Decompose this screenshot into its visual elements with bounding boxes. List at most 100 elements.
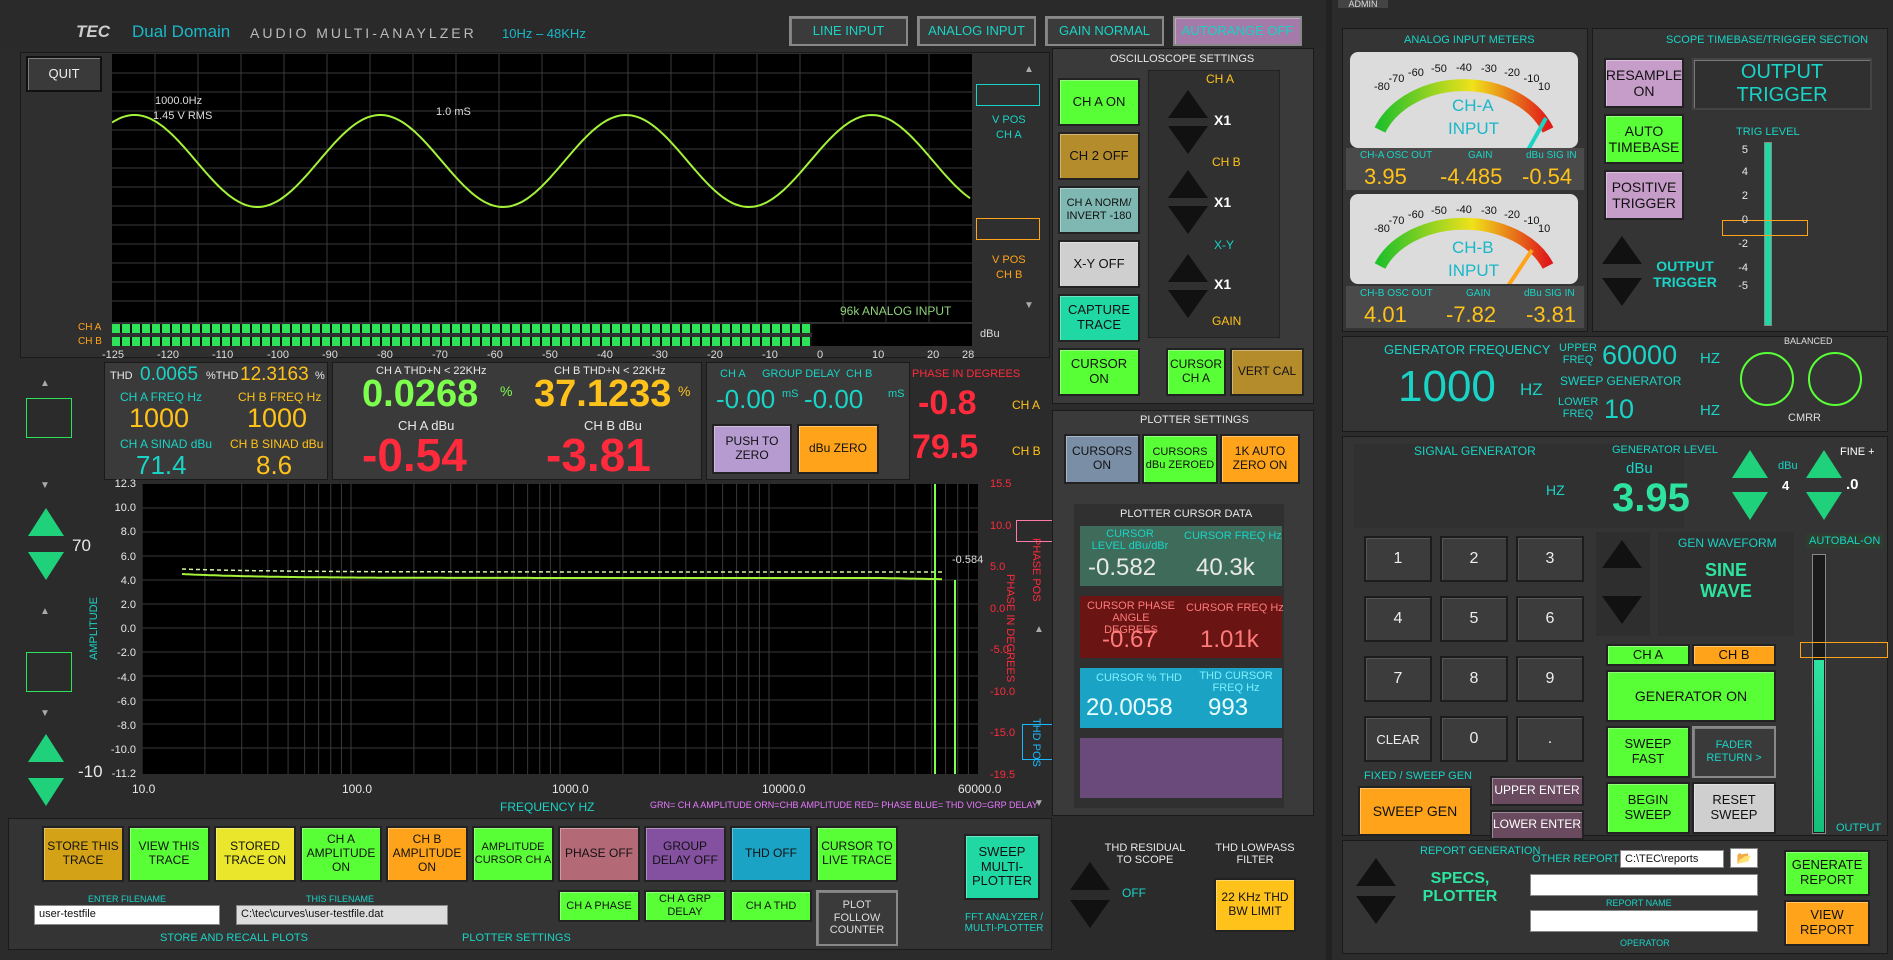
thd-residual-down-icon[interactable]	[1070, 900, 1110, 928]
cursor-live-button[interactable]: CURSOR TO LIVE TRACE	[816, 826, 898, 882]
key-clear[interactable]: CLEAR	[1364, 716, 1432, 762]
left-down-arrow-1-icon[interactable]	[28, 552, 64, 580]
key-2[interactable]: 2	[1440, 536, 1508, 582]
cha-norm-button[interactable]: CH A NORM/ INVERT -180	[1058, 186, 1140, 234]
gain-xy-down-icon[interactable]	[1168, 290, 1208, 318]
left-box-1[interactable]	[26, 398, 72, 438]
vpos-a-box[interactable]	[976, 84, 1040, 106]
phase-off-button[interactable]: PHASE OFF	[558, 826, 640, 882]
cha-grp-delay-button[interactable]: CH A GRP DELAY	[644, 890, 726, 922]
left-up-arrow-1-icon[interactable]	[28, 508, 64, 536]
thd-off-button[interactable]: THD OFF	[730, 826, 812, 882]
generator-on-button[interactable]: GENERATOR ON	[1606, 670, 1776, 722]
gain-chb-down-icon[interactable]	[1168, 206, 1208, 234]
tab-admin[interactable]: ADMIN	[1338, 0, 1388, 8]
generate-report-button[interactable]: GENERATE REPORT	[1784, 850, 1870, 896]
vert-cal-button[interactable]: VERT CAL	[1230, 348, 1304, 396]
dbu-zero-button[interactable]: dBu ZERO	[797, 424, 879, 474]
filename-input[interactable]: user-testfile	[34, 905, 220, 925]
auto-timebase-button[interactable]: AUTO TIMEBASE	[1604, 114, 1684, 164]
left-up-arrow-2-icon[interactable]	[28, 734, 64, 762]
phase-pos-box[interactable]	[1016, 520, 1054, 542]
plot-follow-button[interactable]: PLOT FOLLOW COUNTER	[816, 890, 898, 946]
left-scroll-down-icon[interactable]: ▼	[40, 480, 50, 491]
trigger-down-icon[interactable]	[1602, 278, 1642, 306]
capture-trace-button[interactable]: CAPTURE TRACE	[1058, 294, 1140, 342]
ch2-off-button[interactable]: CH 2 OFF	[1058, 132, 1140, 180]
xy-off-button[interactable]: X-Y OFF	[1058, 240, 1140, 288]
gain-xy-up-icon[interactable]	[1168, 254, 1208, 282]
operator-input[interactable]	[1530, 910, 1758, 932]
key-8[interactable]: 8	[1440, 656, 1508, 702]
bw-limit-button[interactable]: 22 KHz THD BW LIMIT	[1214, 878, 1296, 932]
sweep-multiplotter-button[interactable]: SWEEP MULTI-PLOTTER	[964, 834, 1040, 900]
folder-icon[interactable]: 📂	[1730, 848, 1758, 868]
view-trace-button[interactable]: VIEW THIS TRACE	[128, 826, 210, 882]
chb-amplitude-button[interactable]: CH B AMPLITUDE ON	[386, 826, 468, 882]
push-to-zero-button[interactable]: PUSH TO ZERO	[712, 424, 792, 474]
line-input-button[interactable]: LINE INPUT	[789, 16, 908, 46]
auto-zero-button[interactable]: 1K AUTO ZERO ON	[1220, 434, 1300, 484]
report-name-input[interactable]	[1530, 874, 1758, 896]
plot-scroll-up-icon[interactable]: ▲	[1034, 624, 1044, 635]
positive-trigger-button[interactable]: POSITIVE TRIGGER	[1604, 170, 1684, 220]
gain-normal-button[interactable]: GAIN NORMAL	[1045, 16, 1164, 46]
fine-up-icon[interactable]	[1806, 450, 1842, 478]
select-chb-button[interactable]: CH B	[1692, 644, 1776, 666]
begin-sweep-button[interactable]: BEGIN SWEEP	[1606, 782, 1690, 834]
waveform-down-icon[interactable]	[1602, 596, 1642, 624]
autobal-label[interactable]: AUTOBAL-ON	[1806, 534, 1884, 548]
left-scroll-up2-icon[interactable]: ▲	[40, 606, 50, 617]
reset-sweep-button[interactable]: RESET SWEEP	[1692, 782, 1776, 834]
quit-button[interactable]: QUIT	[26, 56, 102, 92]
cursor-cha-button[interactable]: CURSOR CH A	[1166, 348, 1226, 396]
key-4[interactable]: 4	[1364, 596, 1432, 642]
group-delay-off-button[interactable]: GROUP DELAY OFF	[644, 826, 726, 882]
view-report-button[interactable]: VIEW REPORT	[1784, 900, 1870, 946]
report-down-icon[interactable]	[1356, 896, 1396, 924]
stored-trace-button[interactable]: STORED TRACE ON	[214, 826, 296, 882]
cha-phase-button[interactable]: CH A PHASE	[558, 890, 640, 922]
gain-cha-up-icon[interactable]	[1168, 90, 1208, 118]
analog-input-button[interactable]: ANALOG INPUT	[917, 16, 1036, 46]
key-6[interactable]: 6	[1516, 596, 1584, 642]
vpos-b-box[interactable]	[976, 218, 1040, 240]
cha-amplitude-button[interactable]: CH A AMPLITUDE ON	[300, 826, 382, 882]
key-3[interactable]: 3	[1516, 536, 1584, 582]
output-fader-handle[interactable]	[1800, 642, 1888, 658]
report-path-input[interactable]: C:\TEC\reports	[1620, 850, 1724, 868]
key-9[interactable]: 9	[1516, 656, 1584, 702]
key-dot[interactable]: .	[1516, 716, 1584, 762]
key-1[interactable]: 1	[1364, 536, 1432, 582]
scope-scroll-up-icon[interactable]: ▲	[1024, 64, 1034, 75]
left-scroll-down2-icon[interactable]: ▼	[40, 708, 50, 719]
gain-chb-up-icon[interactable]	[1168, 170, 1208, 198]
left-down-arrow-2-icon[interactable]	[28, 778, 64, 806]
left-box-2[interactable]	[26, 652, 72, 692]
resample-on-button[interactable]: RESAMPLE ON	[1604, 58, 1684, 108]
left-scroll-up-icon[interactable]: ▲	[40, 378, 50, 389]
thd-residual-up-icon[interactable]	[1070, 862, 1110, 890]
select-cha-button[interactable]: CH A	[1606, 644, 1690, 666]
gain-cha-down-icon[interactable]	[1168, 126, 1208, 154]
cha-thd-button[interactable]: CH A THD	[730, 890, 812, 922]
sweep-fast-button[interactable]: SWEEP FAST	[1606, 726, 1690, 778]
cha-on-button[interactable]: CH A ON	[1058, 78, 1140, 126]
level-down-icon[interactable]	[1732, 492, 1768, 520]
sweep-gen-button[interactable]: SWEEP GEN	[1358, 786, 1472, 836]
level-up-icon[interactable]	[1732, 450, 1768, 478]
cursors-on-button[interactable]: CURSORS ON	[1064, 434, 1140, 484]
fader-return-button[interactable]: FADER RETURN >	[1692, 726, 1776, 778]
fine-down-icon[interactable]	[1806, 492, 1842, 520]
autorange-off-button[interactable]: AUTORANGE OFF	[1173, 16, 1302, 46]
lower-enter-button[interactable]: LOWER ENTER	[1490, 810, 1584, 840]
plot-scroll-down-icon[interactable]: ▼	[1034, 798, 1044, 809]
upper-enter-button[interactable]: UPPER ENTER	[1490, 776, 1584, 806]
key-5[interactable]: 5	[1440, 596, 1508, 642]
report-up-icon[interactable]	[1356, 858, 1396, 886]
store-trace-button[interactable]: STORE THIS TRACE	[42, 826, 124, 882]
cursor-on-button[interactable]: CURSOR ON	[1058, 348, 1140, 396]
key-7[interactable]: 7	[1364, 656, 1432, 702]
scope-scroll-down-icon[interactable]: ▼	[1024, 300, 1034, 311]
trigger-up-icon[interactable]	[1602, 236, 1642, 264]
